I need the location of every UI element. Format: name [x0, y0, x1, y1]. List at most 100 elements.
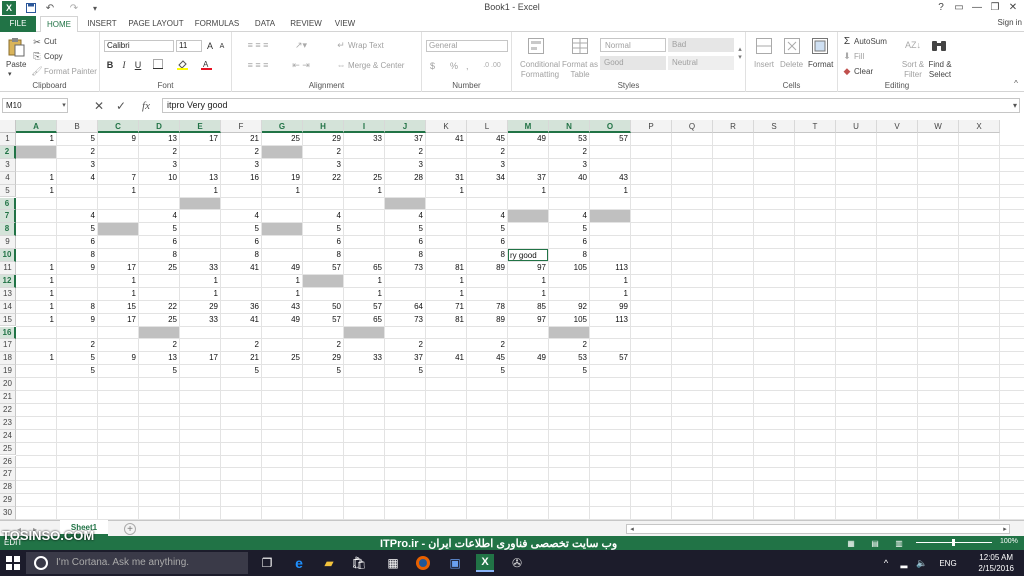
sort-filter-icon[interactable]: AZ↓	[904, 36, 922, 54]
cell-j10[interactable]: 8	[385, 249, 425, 261]
cell-f3[interactable]: 3	[221, 159, 261, 171]
decimal-icons[interactable]: .0 .00	[478, 60, 506, 70]
cell-l8[interactable]: 5	[467, 223, 507, 235]
cell-n16[interactable]	[549, 326, 589, 339]
cell-o12[interactable]: 1	[590, 275, 630, 287]
row-header-11[interactable]: 11	[0, 262, 16, 275]
cell-g1[interactable]: 25	[262, 133, 302, 145]
cell-e13[interactable]: 1	[180, 288, 220, 300]
cell-j6[interactable]	[385, 197, 425, 210]
column-header-w[interactable]: W	[918, 120, 959, 133]
cell-b11[interactable]: 9	[57, 262, 97, 274]
row-header-6[interactable]: 6	[0, 197, 16, 211]
cell-h3[interactable]: 3	[303, 159, 343, 171]
column-header-s[interactable]: S	[754, 120, 795, 133]
row-header-30[interactable]: 30	[0, 507, 16, 520]
column-header-l[interactable]: L	[467, 120, 508, 133]
cell-f18[interactable]: 21	[221, 352, 261, 364]
row-header-17[interactable]: 17	[0, 339, 16, 353]
select-all-button[interactable]	[0, 120, 16, 133]
cell-l7[interactable]: 4	[467, 210, 507, 222]
sign-in-link[interactable]: Sign in	[998, 18, 1022, 27]
cell-h1[interactable]: 29	[303, 133, 343, 145]
cortana-search-box[interactable]: I'm Cortana. Ask me anything.	[26, 552, 248, 574]
column-header-u[interactable]: U	[836, 120, 877, 133]
cell-f7[interactable]: 4	[221, 210, 261, 222]
cell-o18[interactable]: 57	[590, 352, 630, 364]
cell-j14[interactable]: 64	[385, 301, 425, 313]
cell-d19[interactable]: 5	[139, 365, 179, 377]
wrap-text-button[interactable]: Wrap Text	[348, 41, 384, 50]
cell-l19[interactable]: 5	[467, 365, 507, 377]
ribbon-display-icon[interactable]: ▭	[950, 0, 968, 16]
row-header-1[interactable]: 1	[0, 133, 16, 146]
comma-button[interactable]: ,	[466, 61, 469, 71]
cell-d18[interactable]: 13	[139, 352, 179, 364]
row-header-24[interactable]: 24	[0, 429, 16, 443]
styles-scroll-icon[interactable]: ▴ ▾	[736, 38, 744, 68]
cell-e12[interactable]: 1	[180, 275, 220, 287]
style-good[interactable]: Good	[600, 56, 666, 70]
cut-icon[interactable]: ✂	[32, 37, 42, 47]
cell-h4[interactable]: 22	[303, 172, 343, 184]
column-header-m[interactable]: M	[508, 120, 549, 133]
cell-k12[interactable]: 1	[426, 275, 466, 287]
language-indicator[interactable]: ENG	[936, 554, 960, 572]
cell-b19[interactable]: 5	[57, 365, 97, 377]
cell-c18[interactable]: 9	[98, 352, 138, 364]
collapse-ribbon-icon[interactable]: ^	[1010, 78, 1022, 88]
delete-cells-button[interactable]: Delete	[780, 60, 803, 69]
cell-d4[interactable]: 10	[139, 172, 179, 184]
cell-f19[interactable]: 5	[221, 365, 261, 377]
indent-icons[interactable]: ⇤ ⇥	[286, 60, 316, 70]
cell-m11[interactable]: 97	[508, 262, 548, 274]
cell-g13[interactable]: 1	[262, 288, 302, 300]
column-header-p[interactable]: P	[631, 120, 672, 133]
cell-n4[interactable]: 40	[549, 172, 589, 184]
column-header-b[interactable]: B	[57, 120, 98, 133]
cell-j1[interactable]: 37	[385, 133, 425, 145]
restore-button[interactable]: ❐	[986, 0, 1004, 16]
cell-l15[interactable]: 89	[467, 314, 507, 326]
row-header-4[interactable]: 4	[0, 171, 16, 185]
column-header-n[interactable]: N	[549, 120, 590, 133]
autosum-icon[interactable]: Σ	[842, 36, 852, 47]
cell-h10[interactable]: 8	[303, 249, 343, 261]
cell-d8[interactable]: 5	[139, 223, 179, 235]
cell-m5[interactable]: 1	[508, 185, 548, 197]
sort-filter-button[interactable]: Sort & Filter	[900, 60, 926, 80]
task-view-icon[interactable]: ❐	[258, 554, 276, 572]
cell-e14[interactable]: 29	[180, 301, 220, 313]
cell-l3[interactable]: 3	[467, 159, 507, 171]
format-table-button[interactable]: Format as Table	[562, 60, 598, 80]
column-header-c[interactable]: C	[98, 120, 139, 133]
tray-overflow-icon[interactable]: ^	[880, 554, 892, 572]
name-box[interactable]: M10	[2, 98, 68, 113]
cell-j11[interactable]: 73	[385, 262, 425, 274]
bold-button[interactable]: B	[104, 59, 116, 71]
row-header-22[interactable]: 22	[0, 403, 16, 417]
cell-g14[interactable]: 43	[262, 301, 302, 313]
row-header-23[interactable]: 23	[0, 416, 16, 430]
cell-f4[interactable]: 16	[221, 172, 261, 184]
increase-font-icon[interactable]: A	[204, 40, 216, 52]
cell-d7[interactable]: 4	[139, 210, 179, 222]
decrease-font-icon[interactable]: A	[216, 41, 228, 53]
row-header-9[interactable]: 9	[0, 236, 16, 250]
cell-n3[interactable]: 3	[549, 159, 589, 171]
currency-button[interactable]: $	[430, 61, 435, 71]
cell-o13[interactable]: 1	[590, 288, 630, 300]
merge-center-button[interactable]: Merge & Center	[348, 61, 404, 70]
cell-b4[interactable]: 4	[57, 172, 97, 184]
row-header-2[interactable]: 2	[0, 145, 16, 159]
cell-d16[interactable]	[139, 326, 179, 339]
cell-d10[interactable]: 8	[139, 249, 179, 261]
cell-m12[interactable]: 1	[508, 275, 548, 287]
cell-n15[interactable]: 105	[549, 314, 589, 326]
scroll-left-icon[interactable]: ◂	[628, 524, 636, 534]
cell-i11[interactable]: 65	[344, 262, 384, 274]
column-header-h[interactable]: H	[303, 120, 344, 133]
column-header-e[interactable]: E	[180, 120, 221, 133]
cell-f9[interactable]: 6	[221, 236, 261, 248]
confirm-entry-icon[interactable]: ✓	[114, 99, 128, 113]
